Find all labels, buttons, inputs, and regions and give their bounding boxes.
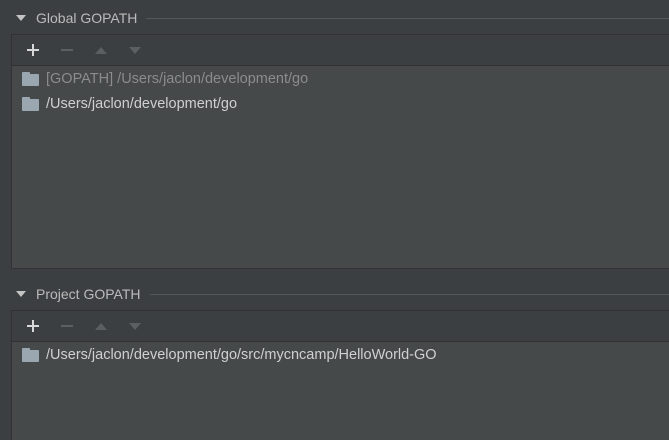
folder-icon: [22, 347, 40, 362]
global-gopath-list: [GOPATH] /Users/jaclon/development/go /U…: [12, 66, 669, 116]
gopath-entry-label: [GOPATH] /Users/jaclon/development/go: [46, 70, 309, 87]
global-gopath-title: Global GOPATH: [36, 10, 138, 26]
project-gopath-panel: /Users/jaclon/development/go/src/mycncam…: [11, 310, 669, 440]
arrow-down-icon[interactable]: [125, 316, 145, 336]
minus-icon[interactable]: [57, 316, 77, 336]
section-divider: [146, 17, 669, 19]
plus-icon[interactable]: [23, 40, 43, 60]
global-gopath-panel: [GOPATH] /Users/jaclon/development/go /U…: [11, 34, 669, 269]
arrow-up-icon[interactable]: [91, 40, 111, 60]
arrow-down-icon[interactable]: [125, 40, 145, 60]
project-gopath-header[interactable]: Project GOPATH: [0, 282, 669, 306]
project-gopath-title: Project GOPATH: [36, 286, 141, 302]
arrow-up-icon[interactable]: [91, 316, 111, 336]
gopath-entry-label: /Users/jaclon/development/go/src/mycncam…: [46, 346, 437, 363]
gopath-entry-label: /Users/jaclon/development/go: [46, 95, 238, 112]
folder-icon: [22, 96, 40, 111]
gopath-settings: Global GOPATH [GOPATH] /Users/jaclon/dev…: [0, 0, 669, 440]
project-gopath-toolbar: [12, 311, 669, 342]
global-gopath-header[interactable]: Global GOPATH: [0, 6, 669, 30]
collapse-triangle-icon[interactable]: [16, 291, 26, 297]
section-divider: [149, 293, 669, 295]
folder-icon: [22, 71, 40, 86]
list-item[interactable]: /Users/jaclon/development/go/src/mycncam…: [12, 342, 669, 367]
minus-icon[interactable]: [57, 40, 77, 60]
project-gopath-list: /Users/jaclon/development/go/src/mycncam…: [12, 342, 669, 367]
collapse-triangle-icon[interactable]: [16, 15, 26, 21]
global-gopath-toolbar: [12, 35, 669, 66]
list-item[interactable]: /Users/jaclon/development/go: [12, 91, 669, 116]
plus-icon[interactable]: [23, 316, 43, 336]
list-item[interactable]: [GOPATH] /Users/jaclon/development/go: [12, 66, 669, 91]
